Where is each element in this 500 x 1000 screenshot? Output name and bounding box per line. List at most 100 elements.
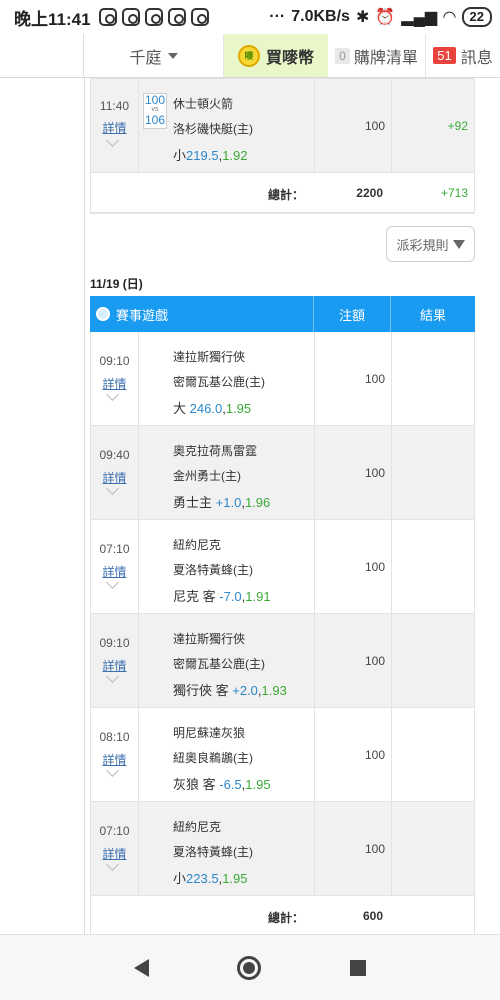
bet-selection: 大 246.0,1.95	[173, 401, 252, 416]
bet-result	[391, 708, 474, 801]
chevron-down-icon[interactable]	[106, 134, 119, 147]
instagram-icon	[167, 8, 186, 26]
bet-selection: 尼克 客 -7.0,1.91	[173, 589, 271, 604]
clock: 晚上11:41	[14, 9, 91, 29]
total-amount: 2200	[356, 186, 383, 200]
total-row: 總計： 2200 +713	[91, 173, 474, 213]
total-amount: 600	[362, 909, 383, 923]
table-row: 09:10 詳情 達拉斯獨行俠 密爾瓦基公鹿(主) 獨行俠 客 +2.0,1.9…	[91, 614, 474, 708]
instagram-icon	[190, 8, 209, 26]
bet-amount: 100	[364, 748, 385, 762]
away-team: 達拉斯獨行俠	[173, 350, 246, 364]
bet-line: 246.0	[189, 401, 223, 416]
main-content: 11:40 詳情 100 vs 106 休士頓火箭 洛杉磯快艇(主) 小219.…	[0, 78, 500, 934]
cart-label: 購牌清單	[353, 49, 418, 67]
bet-line: 219.5	[186, 148, 219, 163]
bet-odds: 1.93	[261, 683, 287, 698]
game-time: 09:10	[99, 354, 130, 368]
notification-icons	[98, 8, 209, 26]
cart-count-badge: 0	[335, 47, 350, 64]
detail-link[interactable]: 詳情	[91, 119, 138, 136]
bet-result	[391, 614, 474, 707]
bet-cart-button[interactable]: 0 購牌清單	[328, 34, 426, 77]
bet-odds: 1.92	[222, 148, 248, 163]
home-team: 密爾瓦基公鹿(主)	[173, 375, 265, 389]
bet-line: +1.0	[215, 495, 242, 510]
messages-button[interactable]: 51 訊息	[426, 34, 500, 77]
home-team: 金州勇士(主)	[173, 469, 241, 483]
payout-rules-label: 派彩規則	[396, 237, 449, 253]
bet-selection: 小223.5,1.95	[173, 871, 248, 886]
table-row: 11:40 詳情 100 vs 106 休士頓火箭 洛杉磯快艇(主) 小219.…	[91, 79, 474, 173]
game-time: 07:10	[99, 542, 130, 556]
total-result: +713	[440, 186, 468, 200]
bet-result	[391, 802, 474, 895]
score-box: 100 vs 106	[143, 93, 167, 129]
payout-rules-button[interactable]: 派彩規則	[386, 226, 475, 262]
instagram-icon	[121, 8, 140, 26]
home-icon[interactable]	[237, 955, 262, 980]
table-header: 賽事遊戲 注額 結果	[90, 296, 475, 332]
alarm-icon: ⏰	[375, 9, 396, 26]
bet-selection: 小219.5,1.92	[173, 148, 248, 163]
bet-result: +92	[447, 119, 468, 133]
total-label: 總計：	[267, 188, 304, 202]
header-amount: 注額	[313, 296, 390, 332]
home-score: 106	[144, 113, 166, 127]
messages-label: 訊息	[460, 49, 493, 67]
away-team: 休士頓火箭	[173, 97, 234, 111]
bet-odds: 1.95	[225, 401, 252, 416]
bet-line: 223.5	[186, 871, 219, 886]
bet-line: +2.0	[232, 683, 258, 698]
home-team: 夏洛特黃蜂(主)	[173, 845, 253, 859]
bet-line: -7.0	[219, 589, 242, 604]
game-time: 09:10	[99, 636, 130, 650]
bet-odds: 1.96	[244, 495, 271, 510]
bet-odds: 1.95	[245, 777, 271, 792]
date-heading: 11/19 (日)	[90, 277, 143, 291]
bet-amount: 100	[364, 466, 385, 480]
buy-coins-label: 買嘜幣	[265, 49, 314, 67]
game-time: 09:40	[99, 448, 130, 462]
away-team: 達拉斯獨行俠	[173, 632, 246, 646]
home-team: 紐奧良鵜鶘(主)	[173, 751, 253, 765]
away-team: 奧克拉荷馬雷霆	[173, 444, 258, 458]
bet-amount: 100	[364, 842, 385, 856]
bluetooth-icon: ✱	[355, 9, 370, 26]
bet-selection: 獨行俠 客 +2.0,1.93	[173, 683, 287, 698]
bet-selection: 勇士主 +1.0,1.96	[173, 495, 271, 510]
total-label: 總計：	[267, 911, 304, 925]
table-row: 07:10 詳情 紐約尼克 夏洛特黃蜂(主) 小223.5,1.95 100	[91, 802, 474, 896]
instagram-icon	[98, 8, 117, 26]
buy-coins-button[interactable]: 嘜 買嘜幣	[224, 34, 328, 77]
top-nav: 千庭 嘜 買嘜幣 0 購牌清單 51 訊息	[0, 34, 500, 78]
bets-table: 09:10 詳情 達拉斯獨行俠 密爾瓦基公鹿(主) 大 246.0,1.95 1…	[90, 332, 475, 934]
recent-apps-icon[interactable]	[349, 959, 366, 976]
triangle-down-icon	[452, 239, 465, 249]
bet-odds: 1.91	[245, 589, 271, 604]
table-row: 07:10 詳情 紐約尼克 夏洛特黃蜂(主) 尼克 客 -7.0,1.91 10…	[91, 520, 474, 614]
more-dots: ···	[269, 8, 286, 25]
bet-result	[391, 426, 474, 519]
bet-amount: 100	[364, 372, 385, 386]
game-time: 07:10	[99, 824, 130, 838]
user-name: 千庭	[129, 49, 162, 67]
header-result: 結果	[390, 296, 475, 332]
user-menu[interactable]: 千庭	[84, 34, 224, 77]
back-icon[interactable]	[134, 958, 150, 977]
bet-selection: 灰狼 客 -6.5,1.95	[173, 777, 271, 792]
away-team: 紐約尼克	[173, 820, 222, 834]
previous-bets-table: 11:40 詳情 100 vs 106 休士頓火箭 洛杉磯快艇(主) 小219.…	[90, 78, 475, 214]
message-count-badge: 51	[433, 47, 456, 64]
chevron-down-icon	[167, 52, 178, 59]
bet-amount: 100	[364, 654, 385, 668]
away-team: 紐約尼克	[173, 538, 222, 552]
system-nav-bar	[0, 934, 500, 1000]
coin-icon: 嘜	[237, 44, 260, 67]
table-row: 09:40 詳情 奧克拉荷馬雷霆 金州勇士(主) 勇士主 +1.0,1.96 1…	[91, 426, 474, 520]
bet-result	[391, 520, 474, 613]
bet-amount: 100	[364, 119, 385, 133]
bet-line: -6.5	[219, 777, 242, 792]
game-time: 08:10	[99, 730, 130, 744]
home-team: 夏洛特黃蜂(主)	[173, 563, 253, 577]
